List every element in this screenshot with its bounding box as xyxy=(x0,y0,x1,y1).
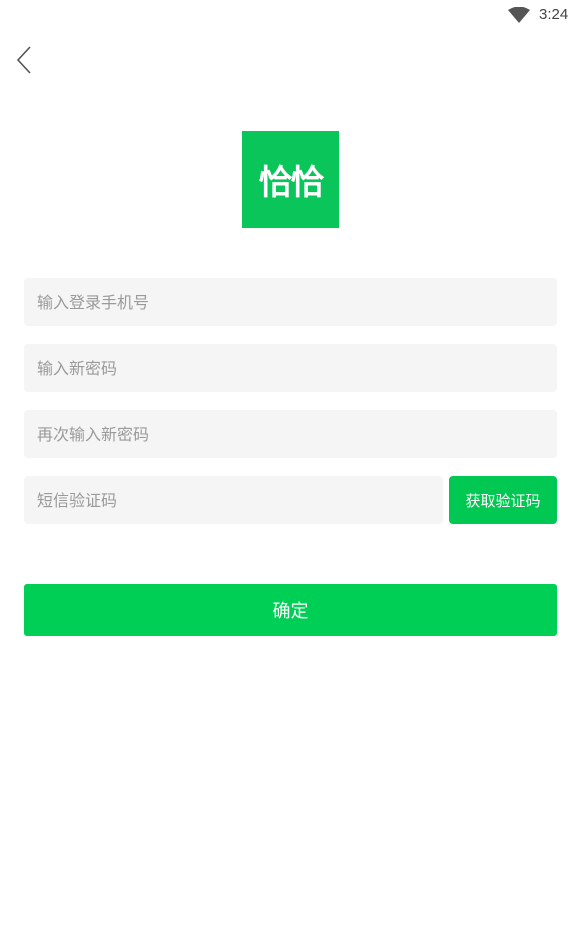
get-code-button[interactable]: 获取验证码 xyxy=(449,476,557,524)
sms-code-input[interactable] xyxy=(37,476,430,524)
phone-field[interactable] xyxy=(24,278,557,326)
logo-text: 恰恰 xyxy=(258,163,325,203)
confirm-button[interactable]: 确定 xyxy=(24,584,557,636)
new-password-input[interactable] xyxy=(37,344,544,392)
app-logo: 恰恰 xyxy=(242,131,339,228)
back-button[interactable] xyxy=(12,44,40,76)
wifi-icon xyxy=(508,7,530,23)
chevron-left-icon xyxy=(16,46,31,74)
confirm-password-input[interactable] xyxy=(37,410,544,458)
status-bar: 3:24 xyxy=(0,0,581,30)
confirm-password-field[interactable] xyxy=(24,410,557,458)
status-time: 3:24 xyxy=(539,6,569,23)
new-password-field[interactable] xyxy=(24,344,557,392)
phone-input[interactable] xyxy=(37,278,544,326)
sms-code-field[interactable] xyxy=(24,476,443,524)
